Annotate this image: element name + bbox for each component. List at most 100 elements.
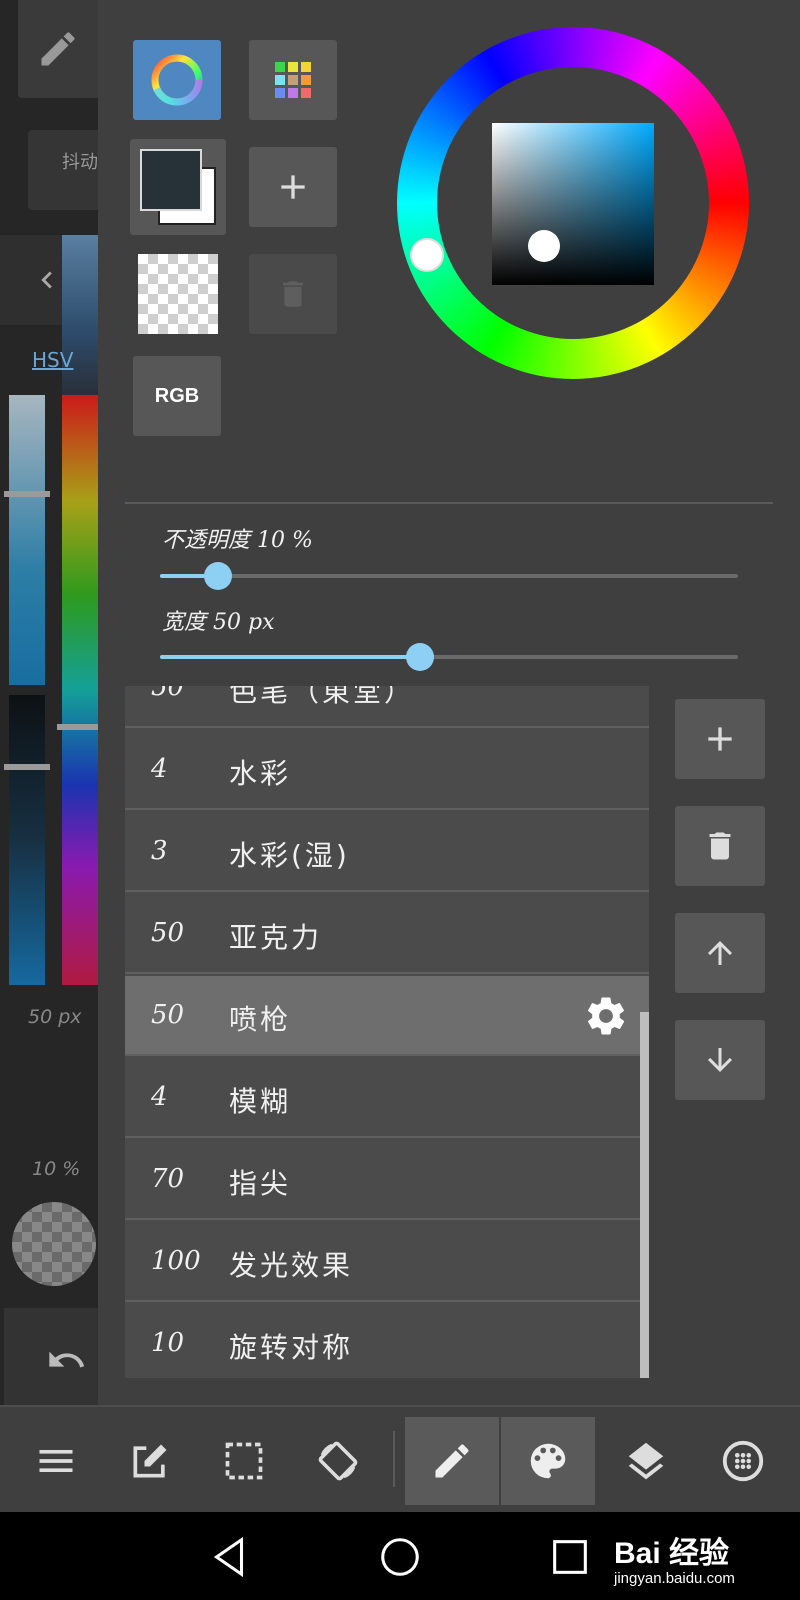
saturation-value-handle[interactable] (528, 230, 560, 262)
width-label: 宽度 50 px (162, 610, 275, 635)
hue-slider-handle[interactable] (57, 724, 98, 730)
materials-button[interactable] (696, 1417, 790, 1505)
value-slider-handle[interactable] (4, 764, 50, 770)
add-color-button[interactable] (249, 147, 337, 227)
brush-name: 模糊 (229, 1085, 292, 1118)
brush-row[interactable]: 50 色笔（東堂） (125, 686, 649, 728)
rgb-mode-label: RGB (154, 384, 200, 407)
foreground-color-swatch[interactable] (140, 149, 202, 211)
system-nav-bar: Bai 经验 jingyan.baidu.com (0, 1512, 800, 1600)
recents-square-icon[interactable] (547, 1534, 593, 1580)
brush-row[interactable]: 70 指尖 (125, 1140, 649, 1220)
delete-color-button[interactable] (249, 254, 337, 334)
width-slider-thumb[interactable] (406, 643, 434, 671)
brush-size: 50 (151, 918, 185, 948)
move-brush-down-button[interactable] (675, 1020, 765, 1100)
brush-row[interactable]: 3 水彩(湿) (125, 812, 649, 892)
color-mode-link[interactable]: HSV (32, 348, 73, 372)
pen-tool-button[interactable] (18, 0, 98, 98)
brush-name: 色笔（東堂） (229, 686, 416, 708)
toolbar-separator (393, 1431, 395, 1487)
back-triangle-icon[interactable] (207, 1534, 253, 1580)
transparent-color-swatch[interactable] (138, 254, 218, 334)
canvas-side-strip: 抖动 HSV 50 px 10 % (0, 0, 98, 1405)
brush-tool-button[interactable] (405, 1417, 499, 1505)
brush-name: 喷枪 (229, 1003, 292, 1036)
brush-row-selected[interactable]: 50 喷枪 (125, 976, 649, 1056)
brush-size: 50 (151, 1000, 185, 1030)
arrow-down-icon (708, 1048, 732, 1072)
brush-row[interactable]: 10 旋转对称 (125, 1304, 649, 1378)
arrow-up-icon (708, 941, 732, 965)
rgb-mode-button[interactable]: RGB (133, 356, 221, 436)
brush-size: 50 (151, 686, 185, 702)
color-tool-button[interactable] (501, 1417, 595, 1505)
brush-size: 3 (151, 836, 168, 866)
delete-brush-button[interactable] (675, 806, 765, 886)
hue-wheel-handle[interactable] (410, 238, 444, 272)
brush-list-scrollbar[interactable] (640, 1012, 649, 1378)
swatch-grid-icon (275, 62, 311, 98)
saturation-slider[interactable] (9, 395, 45, 685)
transform-button[interactable] (291, 1417, 385, 1505)
plus-icon (708, 727, 732, 751)
brush-name: 水彩(湿) (229, 839, 350, 872)
width-slider[interactable] (160, 643, 738, 671)
layers-icon (628, 1442, 664, 1480)
undo-button[interactable] (4, 1308, 98, 1405)
edit-square-icon (133, 1444, 167, 1478)
foreground-background-swatch[interactable] (130, 139, 226, 235)
brush-size: 4 (151, 1082, 168, 1112)
brush-name: 指尖 (229, 1167, 292, 1200)
gear-icon[interactable] (583, 993, 629, 1039)
opacity-slider-thumb[interactable] (204, 562, 232, 590)
saturation-value-square[interactable] (492, 123, 654, 285)
opacity-readout: 10 % (32, 1158, 81, 1180)
brush-preview (12, 1202, 96, 1286)
opacity-label: 不透明度 10 % (162, 528, 313, 553)
undo-icon (49, 1351, 85, 1368)
menu-button[interactable] (9, 1417, 103, 1505)
edit-button[interactable] (103, 1417, 197, 1505)
brush-name: 亚克力 (229, 921, 323, 954)
value-slider[interactable] (9, 695, 45, 985)
brush-list[interactable]: 50 色笔（東堂） 4 水彩 3 水彩(湿) 50 亚克力 50 喷枪 4 模糊… (125, 686, 649, 1378)
add-brush-button[interactable] (675, 699, 765, 779)
brush-row[interactable]: 4 水彩 (125, 730, 649, 810)
palette-grid-mode-button[interactable] (249, 40, 337, 120)
brush-size: 70 (151, 1164, 185, 1194)
trash-icon (283, 281, 303, 307)
brush-size: 100 (151, 1246, 201, 1276)
brush-row[interactable]: 4 模糊 (125, 1058, 649, 1138)
brush-row[interactable]: 100 发光效果 (125, 1222, 649, 1302)
watermark-line2: jingyan.baidu.com (614, 1570, 735, 1587)
material-icon (722, 1440, 764, 1482)
move-brush-up-button[interactable] (675, 913, 765, 993)
plus-icon (281, 175, 305, 199)
watermark: Bai 经验 jingyan.baidu.com (614, 1518, 800, 1596)
pencil-icon (435, 1444, 469, 1478)
width-slider-fill (160, 655, 420, 659)
brush-size: 4 (151, 754, 168, 784)
document-tab-label: 抖动 (62, 152, 98, 173)
brush-name: 发光效果 (229, 1249, 354, 1282)
home-circle-icon[interactable] (377, 1534, 423, 1580)
color-wheel-mode-button[interactable] (133, 40, 221, 120)
brush-size-readout: 50 px (28, 1006, 82, 1028)
brush-size: 10 (151, 1328, 185, 1358)
menu-icon (39, 1450, 73, 1472)
opacity-slider[interactable] (160, 562, 738, 590)
saturation-slider-handle[interactable] (4, 491, 50, 497)
brush-name: 水彩 (229, 757, 292, 790)
selection-icon (225, 1442, 263, 1480)
chevron-left-icon (41, 271, 52, 289)
watermark-line1: Bai 经验 (614, 1537, 730, 1570)
layers-button[interactable] (599, 1417, 693, 1505)
pencil-icon (41, 32, 75, 66)
brush-row[interactable]: 50 亚克力 (125, 894, 649, 974)
selection-button[interactable] (197, 1417, 291, 1505)
hue-slider[interactable] (62, 395, 98, 985)
brush-name: 旋转对称 (229, 1331, 354, 1364)
document-tab[interactable]: 抖动 (28, 130, 98, 210)
palette-icon (530, 1443, 566, 1479)
